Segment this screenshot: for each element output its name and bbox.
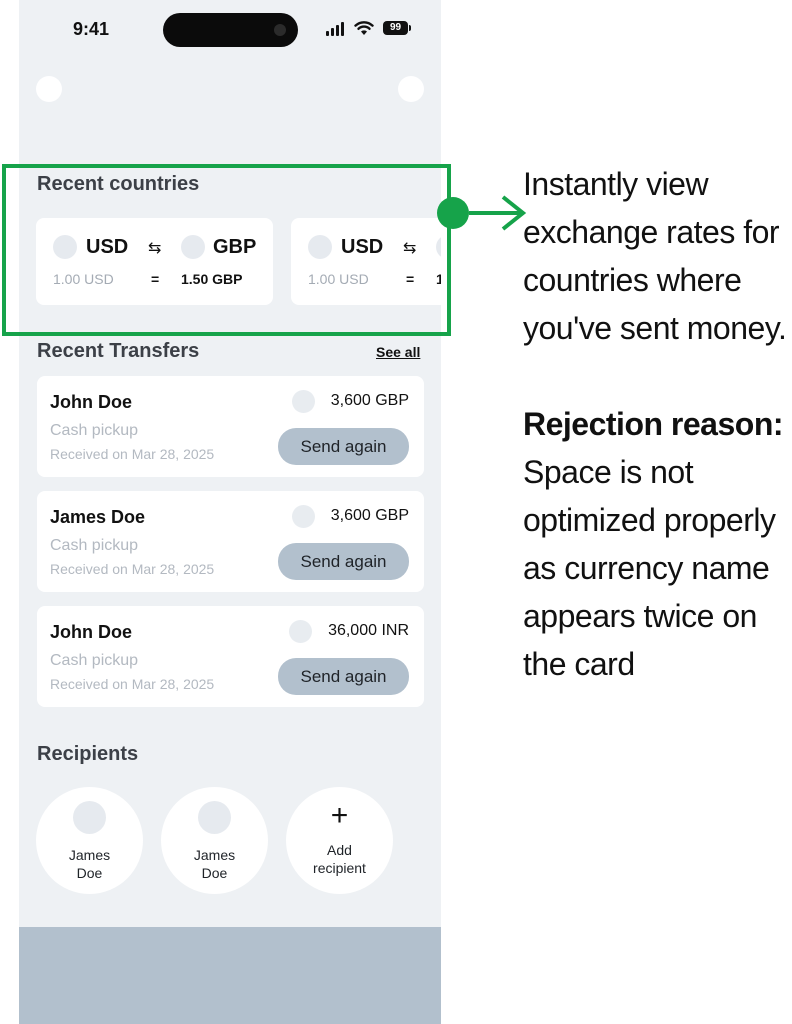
transfer-date: Received on Mar 28, 2025 <box>50 676 215 692</box>
plus-icon: + <box>330 799 349 832</box>
recipient-name: James Doe <box>68 847 111 881</box>
see-all-link[interactable]: See all <box>376 344 420 360</box>
add-recipient-label: Add recipient <box>313 842 366 876</box>
battery-icon: 99 <box>383 21 408 35</box>
transfer-date: Received on Mar 28, 2025 <box>50 446 215 462</box>
transfer-amount: 36,000 INR <box>328 622 409 639</box>
transfer-amount: 3,600 GBP <box>330 507 409 524</box>
transfer-method: Cash pickup <box>50 652 139 669</box>
signal-icon <box>326 22 346 36</box>
wifi-icon <box>354 21 374 35</box>
bottom-bar <box>19 927 441 1024</box>
transfer-name: John Doe <box>50 622 133 642</box>
status-bar: 9:41 99 <box>19 0 441 60</box>
highlight-box <box>2 164 451 336</box>
recipient-item[interactable]: James Doe <box>36 787 143 894</box>
phone-screen: 9:41 99 Recent countries USD ⇆ GBP 1.00 … <box>19 0 441 1024</box>
transfer-card: James Doe Cash pickup Received on Mar 28… <box>37 491 424 592</box>
menu-button[interactable] <box>398 76 424 102</box>
transfer-name: James Doe <box>50 507 146 527</box>
rejection-text: Space is not optimized properly as curre… <box>523 454 776 682</box>
back-button[interactable] <box>36 76 62 102</box>
recent-transfers-title: Recent Transfers <box>37 340 200 362</box>
avatar <box>73 801 106 834</box>
send-again-button[interactable]: Send again <box>278 428 409 465</box>
annotation-text: Instantly view exchange rates for countr… <box>523 160 792 688</box>
rejection-label: Rejection reason: <box>523 406 784 442</box>
transfer-card: John Doe Cash pickup Received on Mar 28,… <box>37 606 424 707</box>
send-again-button[interactable]: Send again <box>278 658 409 695</box>
transfer-card: John Doe Cash pickup Received on Mar 28,… <box>37 376 424 477</box>
recipient-item[interactable]: James Doe <box>161 787 268 894</box>
transfer-amount: 3,600 GBP <box>330 392 409 409</box>
add-recipient-button[interactable]: + Add recipient <box>286 787 393 894</box>
flag-icon <box>292 390 315 413</box>
avatar <box>198 801 231 834</box>
recipient-name: James Doe <box>193 847 236 881</box>
flag-icon <box>292 505 315 528</box>
flag-icon <box>289 620 312 643</box>
annotation-intro: Instantly view exchange rates for countr… <box>523 166 787 346</box>
battery-tip <box>409 25 411 31</box>
transfer-date: Received on Mar 28, 2025 <box>50 561 215 577</box>
status-time: 9:41 <box>73 19 110 39</box>
highlight-dot <box>437 197 469 229</box>
send-again-button[interactable]: Send again <box>278 543 409 580</box>
camera-icon <box>274 24 286 36</box>
dynamic-island <box>163 13 298 47</box>
transfer-method: Cash pickup <box>50 537 139 554</box>
recipients-title: Recipients <box>37 743 139 765</box>
transfer-method: Cash pickup <box>50 422 139 439</box>
transfer-name: John Doe <box>50 392 133 412</box>
